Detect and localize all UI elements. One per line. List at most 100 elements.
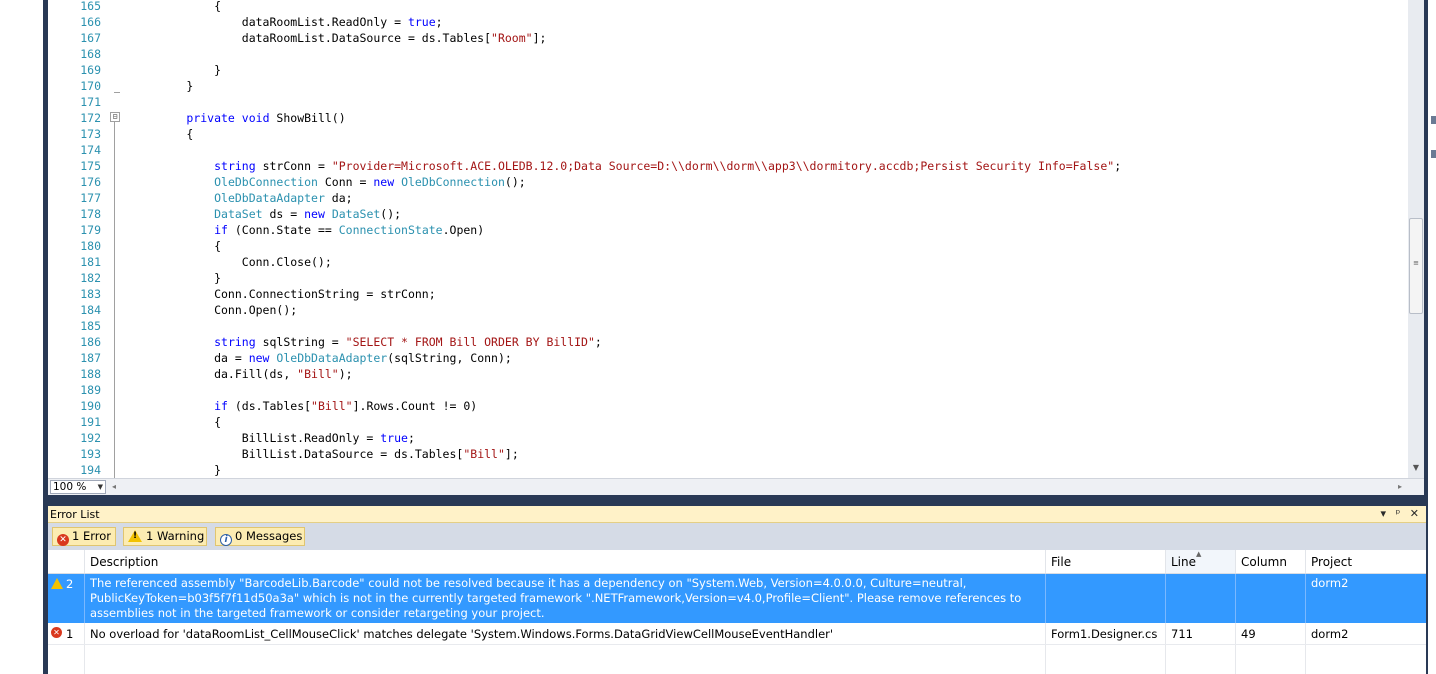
code-token: } (131, 271, 222, 285)
row-description: The referenced assembly "BarcodeLib.Barc… (84, 574, 1045, 623)
code-line[interactable]: 165 { (48, 0, 1408, 14)
panel-window-buttons[interactable]: ▾ ᵖ ✕ (1381, 506, 1422, 522)
warning-icon: ! (128, 530, 142, 542)
empty-cell (1305, 645, 1426, 674)
code-line[interactable]: 167 dataRoomList.DataSource = ds.Tables[… (48, 30, 1408, 46)
code-token: ; (1114, 159, 1122, 173)
code-line[interactable]: 177 OleDbDataAdapter da; (48, 190, 1408, 206)
code-token: strConn = (255, 159, 332, 173)
column-header-column[interactable]: Column (1235, 550, 1305, 573)
code-line[interactable]: 179 if (Conn.State == ConnectionState.Op… (48, 222, 1408, 238)
code-line[interactable]: 187 da = new OleDbDataAdapter(sqlString,… (48, 350, 1408, 366)
line-number: 169 (80, 63, 101, 77)
code-token: ]; (504, 447, 519, 461)
code-line[interactable]: 168 (48, 46, 1408, 62)
column-header-project[interactable]: Project (1305, 550, 1426, 573)
code-token: new (248, 351, 270, 365)
code-token: { (131, 239, 222, 253)
code-editor[interactable]: ⊟ 165 {166 dataRoomList.ReadOnly = true;… (48, 0, 1424, 478)
code-line[interactable]: 174 (48, 142, 1408, 158)
code-text: dataRoomList.DataSource = ds.Tables["Roo… (131, 30, 547, 46)
empty-cell (1045, 645, 1165, 674)
line-number: 166 (80, 15, 101, 29)
line-number: 178 (80, 207, 101, 221)
zoom-value: 100 % (53, 481, 87, 493)
empty-cell (84, 645, 1045, 674)
code-token: { (131, 0, 222, 13)
column-header-file[interactable]: File (1045, 550, 1165, 573)
code-token: OleDbDataAdapter (214, 191, 325, 205)
code-token: BillList.DataSource = ds.Tables[ (131, 447, 464, 461)
code-line[interactable]: 191 { (48, 414, 1408, 430)
code-line[interactable]: 169 } (48, 62, 1408, 78)
code-line[interactable]: 194 } (48, 462, 1408, 478)
code-text: { (131, 414, 221, 430)
line-number: 170 (80, 79, 101, 93)
code-line[interactable]: 178 DataSet ds = new DataSet(); (48, 206, 1408, 222)
code-line[interactable]: 176 OleDbConnection Conn = new OleDbConn… (48, 174, 1408, 190)
code-text: Conn.Close(); (131, 254, 332, 270)
code-line[interactable]: 189 (48, 382, 1408, 398)
code-line[interactable]: 185 (48, 318, 1408, 334)
error-row-error[interactable]: ✕ 1 No overload for 'dataRoomList_CellMo… (48, 623, 1426, 645)
desktop-background-left (0, 0, 43, 674)
code-line[interactable]: 172 private void ShowBill() (48, 110, 1408, 126)
messages-filter-button[interactable]: i0 Messages (215, 527, 305, 546)
code-text: OleDbDataAdapter da; (131, 190, 352, 206)
code-line[interactable]: 175 string strConn = "Provider=Microsoft… (48, 158, 1408, 174)
code-token: { (131, 127, 194, 141)
code-token: ; (594, 335, 602, 349)
code-token: sqlString = (255, 335, 346, 349)
code-token: "Provider=Microsoft.ACE.OLEDB.12.0;Data … (331, 159, 1115, 173)
code-text: { (131, 238, 221, 254)
scroll-right-arrow-icon[interactable]: ▸ (1398, 480, 1402, 494)
code-line[interactable]: 183 Conn.ConnectionString = strConn; (48, 286, 1408, 302)
code-token: void (241, 111, 270, 125)
code-line[interactable]: 193 BillList.DataSource = ds.Tables["Bil… (48, 446, 1408, 462)
code-line[interactable]: 173 { (48, 126, 1408, 142)
code-text: private void ShowBill() (131, 110, 345, 126)
scroll-down-arrow-icon[interactable]: ▼ (1409, 462, 1423, 474)
code-line[interactable]: 166 dataRoomList.ReadOnly = true; (48, 14, 1408, 30)
row-description: No overload for 'dataRoomList_CellMouseC… (84, 623, 1045, 644)
error-row-warning[interactable]: 2 The referenced assembly "BarcodeLib.Ba… (48, 574, 1426, 623)
line-number: 190 (80, 399, 101, 413)
code-line[interactable]: 190 if (ds.Tables["Bill"].Rows.Count != … (48, 398, 1408, 414)
line-number: 179 (80, 223, 101, 237)
warnings-filter-button[interactable]: ! 1 Warning (123, 527, 207, 546)
code-text: da.Fill(ds, "Bill"); (131, 366, 353, 382)
line-number: 183 (80, 287, 101, 301)
code-token: (); (380, 207, 402, 221)
code-token: (); (504, 175, 526, 189)
code-line[interactable]: 186 string sqlString = "SELECT * FROM Bi… (48, 334, 1408, 350)
code-line[interactable]: 180 { (48, 238, 1408, 254)
code-line[interactable]: 182 } (48, 270, 1408, 286)
code-token: Conn.Close(); (131, 255, 332, 269)
code-text: string strConn = "Provider=Microsoft.ACE… (131, 158, 1121, 174)
code-token: new (373, 175, 395, 189)
code-text: Conn.ConnectionString = strConn; (131, 286, 436, 302)
error-icon: ✕ (51, 627, 62, 638)
code-line[interactable]: 170 } (48, 78, 1408, 94)
row-column (1235, 574, 1305, 623)
code-text: } (131, 78, 193, 94)
code-token: string (214, 159, 256, 173)
code-line[interactable]: 192 BillList.ReadOnly = true; (48, 430, 1408, 446)
line-number: 165 (80, 0, 101, 13)
code-line[interactable]: 181 Conn.Close(); (48, 254, 1408, 270)
code-text: } (131, 62, 221, 78)
column-header-description[interactable]: Description (84, 550, 1045, 573)
zoom-dropdown[interactable]: 100 % ▼ (50, 480, 106, 494)
code-token: OleDbConnection (401, 175, 505, 189)
code-line[interactable]: 184 Conn.Open(); (48, 302, 1408, 318)
scroll-left-arrow-icon[interactable]: ◂ (112, 480, 116, 494)
code-token: dataRoomList.ReadOnly = (131, 15, 408, 29)
code-line[interactable]: 188 da.Fill(ds, "Bill"); (48, 366, 1408, 382)
code-token: dataRoomList.DataSource = ds.Tables[ (131, 31, 492, 45)
code-line[interactable]: 171 (48, 94, 1408, 110)
errors-filter-button[interactable]: ✕ 1 Error (52, 527, 116, 546)
line-number: 186 (80, 335, 101, 349)
warning-icon (51, 578, 63, 589)
